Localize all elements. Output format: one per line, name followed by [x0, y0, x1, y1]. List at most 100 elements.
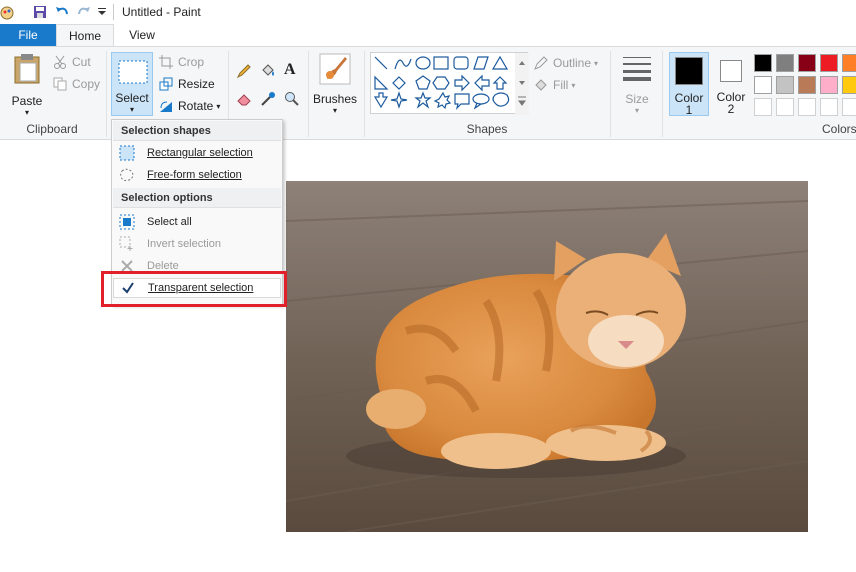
fill-button[interactable]: Fill ▾: [533, 77, 575, 93]
palette-swatch[interactable]: [842, 76, 856, 94]
crop-button[interactable]: Crop: [158, 54, 204, 70]
palette-swatch[interactable]: [754, 76, 772, 94]
rotate-icon: [158, 98, 174, 114]
resize-label: Resize: [178, 77, 215, 91]
brushes-button[interactable]: Brushes ▾: [312, 53, 358, 115]
brush-icon: [319, 53, 351, 88]
title-bar: Untitled - Paint: [0, 0, 856, 24]
palette-swatch[interactable]: [820, 98, 838, 116]
selection-options-header: Selection options: [113, 188, 281, 208]
shapes-group-label: Shapes: [466, 122, 508, 136]
outline-label: Outline: [553, 56, 592, 70]
outline-pen-icon: [533, 55, 549, 71]
size-button[interactable]: Size ▾: [618, 55, 656, 115]
copy-icon: [52, 76, 68, 92]
crop-icon: [158, 54, 174, 70]
color1-button[interactable]: Color 1: [669, 52, 709, 117]
selection-shapes-header: Selection shapes: [113, 121, 281, 141]
cut-button[interactable]: Cut: [52, 54, 91, 70]
select-all-icon: [119, 214, 135, 230]
text-tool-icon[interactable]: A: [284, 61, 296, 79]
color2-number: 2: [727, 102, 735, 116]
cat-photo[interactable]: [286, 181, 808, 532]
selection-rectangle-icon: [117, 58, 149, 89]
free-form-selection-icon: [119, 167, 135, 183]
rotate-label: Rotate: [178, 99, 214, 113]
paste-icon: [12, 53, 42, 88]
colors-group-label: Colors: [822, 122, 856, 136]
palette-swatch[interactable]: [776, 76, 794, 94]
palette-swatch[interactable]: [754, 98, 772, 116]
chevron-down-icon: ▾: [129, 105, 134, 114]
palette-swatch[interactable]: [842, 98, 856, 116]
shapes-gallery-icons: [373, 53, 529, 115]
magnifier-icon[interactable]: [284, 91, 300, 107]
palette-swatch[interactable]: [776, 98, 794, 116]
rotate-button[interactable]: Rotate ▾: [158, 98, 220, 114]
resize-button[interactable]: Resize: [158, 76, 215, 92]
color1-swatch: [675, 57, 703, 85]
paste-label: Paste: [11, 94, 43, 108]
copy-button[interactable]: Copy: [52, 76, 100, 92]
palette-swatch[interactable]: [820, 76, 838, 94]
palette-swatch[interactable]: [798, 98, 816, 116]
ribbon-tabs: File Home View: [0, 24, 856, 47]
select-label: Select: [115, 91, 149, 105]
select-all-item[interactable]: Select all: [113, 212, 281, 232]
customize-toolbar-icon[interactable]: [96, 4, 108, 20]
brushes-label: Brushes: [312, 92, 358, 106]
palette-swatch[interactable]: [798, 54, 816, 72]
divider: [308, 51, 309, 137]
divider: [106, 51, 107, 137]
palette-swatch[interactable]: [776, 54, 794, 72]
resize-icon: [158, 76, 174, 92]
color-picker-icon[interactable]: [260, 91, 276, 107]
undo-icon[interactable]: [54, 4, 70, 20]
tab-home[interactable]: Home: [56, 24, 114, 47]
color2-swatch: [720, 60, 742, 82]
palette-swatch[interactable]: [842, 54, 856, 72]
rectangular-selection-label: Rectangular selection: [147, 147, 253, 159]
cut-label: Cut: [72, 55, 91, 69]
select-button[interactable]: Select ▾: [111, 52, 153, 116]
crop-label: Crop: [178, 55, 205, 69]
invert-selection-item[interactable]: Invert selection: [113, 234, 281, 254]
shapes-gallery[interactable]: [370, 52, 529, 115]
eraser-icon[interactable]: [236, 91, 252, 107]
paste-button[interactable]: Paste ▾: [8, 53, 46, 117]
invert-selection-label: Invert selection: [147, 238, 221, 250]
paint-app-icon: [0, 4, 16, 20]
chevron-down-icon: ▾: [332, 106, 337, 115]
divider: [662, 51, 663, 137]
window-title: Untitled - Paint: [122, 5, 201, 19]
chevron-down-icon: ▾: [24, 108, 29, 117]
palette-swatch[interactable]: [754, 54, 772, 72]
tab-view[interactable]: View: [118, 24, 166, 46]
select-all-label: Select all: [147, 216, 192, 228]
invert-selection-icon: [119, 236, 135, 252]
pencil-icon[interactable]: [236, 63, 252, 79]
free-form-selection-label: Free-form selection: [147, 169, 242, 181]
rectangular-selection-item[interactable]: Rectangular selection: [113, 143, 281, 163]
fill-bucket-icon[interactable]: [260, 63, 276, 79]
save-icon[interactable]: [32, 4, 48, 20]
color2-button[interactable]: Color 2: [713, 52, 751, 116]
redo-icon[interactable]: [76, 4, 92, 20]
divider: [113, 4, 114, 20]
chevron-down-icon: ▾: [571, 80, 576, 90]
copy-label: Copy: [72, 77, 101, 91]
line-size-icon: [621, 55, 653, 86]
tab-file[interactable]: File: [0, 24, 56, 46]
palette-swatch[interactable]: [820, 54, 838, 72]
clipboard-group-label: Clipboard: [26, 122, 78, 136]
divider: [364, 51, 365, 137]
free-form-selection-item[interactable]: Free-form selection: [113, 165, 281, 185]
divider: [610, 51, 611, 137]
outline-button[interactable]: Outline ▾: [533, 55, 598, 71]
rectangular-selection-icon: [119, 145, 135, 161]
chevron-down-icon: ▾: [634, 106, 639, 115]
chevron-down-icon: ▾: [594, 58, 599, 68]
chevron-down-icon: ▾: [216, 101, 221, 111]
palette-swatch[interactable]: [798, 76, 816, 94]
size-label: Size: [625, 92, 649, 106]
